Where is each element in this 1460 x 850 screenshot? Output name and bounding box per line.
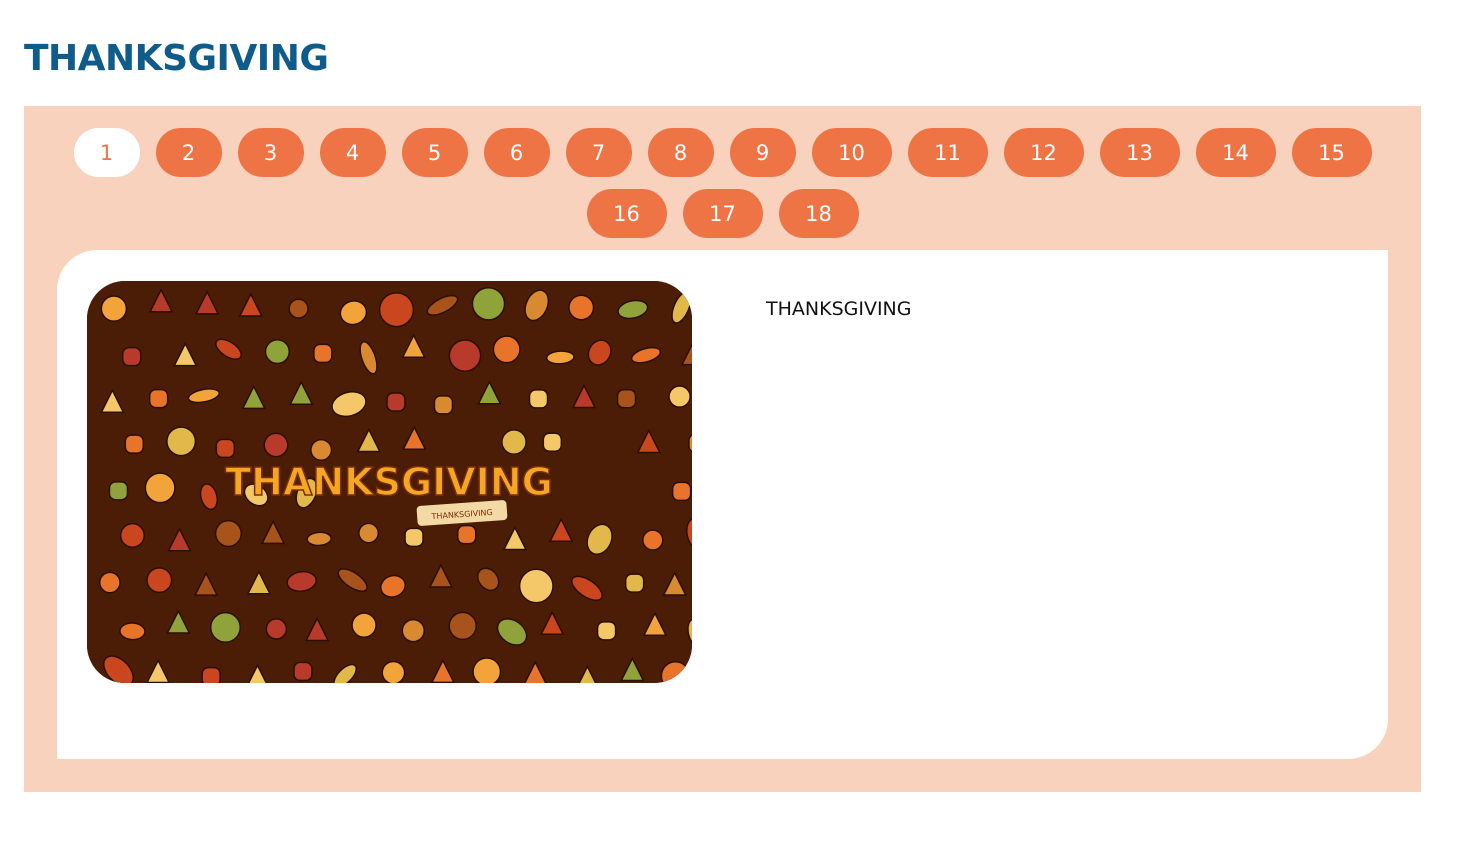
doodle-shape [98, 571, 121, 594]
slide-image: THANKSGIVING THANKSGIVING [87, 281, 692, 683]
doodle-shape [381, 660, 406, 683]
doodle-shape [306, 531, 332, 547]
doodle-shape [448, 339, 482, 372]
slide-page-button[interactable]: 15 [1291, 128, 1372, 177]
doodle-shape [386, 392, 406, 412]
doodle-shape [124, 434, 145, 454]
slide-page-button[interactable]: 4 [319, 128, 386, 177]
doodle-shape [119, 622, 146, 641]
doodle-shape [688, 434, 692, 453]
slide-page-button[interactable]: 13 [1099, 128, 1180, 177]
slide-caption: THANKSGIVING [766, 298, 912, 320]
doodle-shape [404, 527, 424, 548]
doodle-shape [492, 335, 521, 364]
doodle-shape [660, 660, 691, 683]
slide-page-button[interactable]: 5 [401, 128, 468, 177]
slide-page-button[interactable]: 8 [647, 128, 714, 177]
doodle-shape [166, 426, 197, 457]
doodle-shape [121, 346, 142, 367]
slide-page-button[interactable]: 12 [1003, 128, 1084, 177]
doodle-shape [263, 432, 289, 458]
doodle-shape [448, 611, 478, 641]
slideshow-panel: 1 2 3 4 5 6 7 8 9 10 11 12 13 14 15 16 17 18 THANKSGIVING… [24, 106, 1421, 792]
slide-page-button[interactable]: 10 [811, 128, 892, 177]
doodle-shape [596, 621, 617, 641]
doodle-shape [293, 661, 313, 682]
doodle-shape [401, 618, 426, 643]
doodle-shape [642, 529, 664, 551]
doodle-shape [616, 388, 637, 409]
slide-page-button[interactable]: 18 [778, 189, 859, 238]
doodle-shape [671, 481, 692, 502]
slide-page-button[interactable]: 2 [155, 128, 222, 177]
slide-page-button[interactable]: 1 [73, 128, 140, 177]
doodle-shape [148, 388, 169, 409]
doodle-shape [209, 611, 242, 643]
doodle-shape [542, 432, 563, 453]
doodle-shape [528, 389, 549, 409]
doodle-shape [313, 343, 333, 364]
thanksgiving-doodle-illustration: THANKSGIVING THANKSGIVING [87, 281, 692, 683]
doodle-shape [501, 429, 527, 455]
slide-page-button[interactable]: 14 [1195, 128, 1276, 177]
doodle-shape [568, 294, 595, 321]
doodle-shape [668, 385, 691, 408]
doodle-shape [518, 568, 554, 604]
doodle-shape [624, 573, 645, 593]
doodle-shape [100, 295, 128, 322]
slide-page-button[interactable]: 11 [907, 128, 988, 177]
doodle-shape [108, 481, 129, 501]
slide-pager: 1 2 3 4 5 6 7 8 9 10 11 12 13 14 15 16 17 18 [24, 128, 1421, 238]
doodle-shape [214, 519, 243, 548]
doodle-shape [146, 567, 173, 594]
doodle-shape [433, 395, 454, 415]
slide-page-button[interactable]: 7 [565, 128, 632, 177]
doodle-shape [472, 657, 502, 683]
doodle-shape [471, 286, 506, 321]
slide-card: THANKSGIVING THANKSGIVING THANKSGIVING [57, 250, 1388, 759]
doodle-shape [310, 438, 333, 461]
doodle-shape [144, 472, 176, 504]
doodle-shape [119, 522, 146, 549]
doodle-shape [456, 524, 477, 545]
slide-page-button[interactable]: 6 [483, 128, 550, 177]
page-title: THANKSGIVING [24, 38, 329, 79]
doodle-shape [264, 339, 291, 365]
doodle-shape [265, 618, 288, 640]
slide-page-button[interactable]: 16 [586, 189, 667, 238]
slide-page-button[interactable]: 3 [237, 128, 304, 177]
doodle-shape [288, 298, 309, 319]
illustration-lettering: THANKSGIVING [225, 460, 553, 504]
doodle-shape [201, 666, 221, 683]
slide-page-button[interactable]: 17 [682, 189, 763, 238]
doodle-shape [358, 522, 380, 544]
slide-page-button[interactable]: 9 [729, 128, 796, 177]
doodle-shape [351, 612, 377, 639]
doodle-shape [215, 438, 236, 459]
doodle-shape [378, 292, 415, 328]
